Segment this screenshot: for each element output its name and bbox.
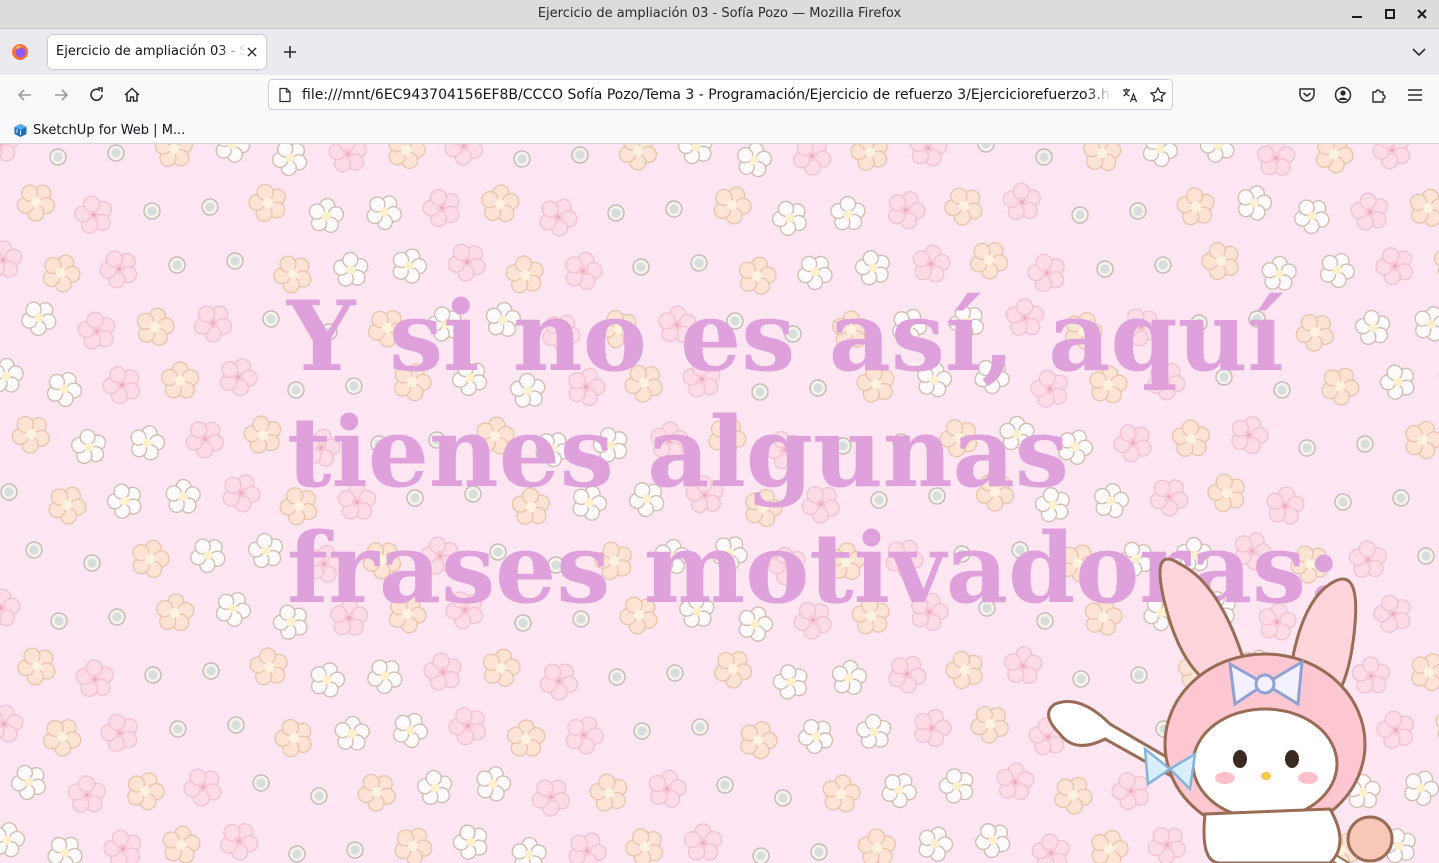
extensions-icon[interactable] [1369, 85, 1389, 105]
hamburger-menu-icon[interactable] [1405, 85, 1425, 105]
chevron-down-icon[interactable] [1411, 44, 1427, 60]
bookmark-item[interactable]: SketchUp for Web | M... [13, 120, 185, 140]
home-icon[interactable] [122, 85, 142, 105]
url-bar[interactable]: file:///mnt/6EC943704156EF8B/CCCO Sofía … [268, 79, 1173, 110]
translate-icon[interactable] [1121, 86, 1139, 104]
firefox-logo-icon[interactable] [11, 43, 29, 61]
account-icon[interactable] [1333, 85, 1353, 105]
window-titlebar: Ejercicio de ampliación 03 - Sofía Pozo … [0, 0, 1439, 29]
pattern-dot [665, 200, 683, 218]
tab-strip: Ejercicio de ampliación 03 - Sofía Pozo [0, 29, 1439, 75]
close-window-icon[interactable] [1411, 4, 1433, 24]
url-text[interactable]: file:///mnt/6EC943704156EF8B/CCCO Sofía … [302, 87, 1112, 103]
arrow-left-icon[interactable] [15, 85, 35, 105]
my-melody-mascot-image [1047, 557, 1394, 863]
minimize-icon[interactable] [1346, 4, 1368, 24]
arrow-right-icon[interactable] [51, 85, 71, 105]
bookmark-star-icon[interactable] [1149, 86, 1167, 104]
new-tab-icon[interactable] [281, 43, 299, 61]
window-title: Ejercicio de ampliación 03 - Sofía Pozo … [537, 6, 902, 21]
reload-icon[interactable] [87, 85, 107, 105]
navigation-toolbar: file:///mnt/6EC943704156EF8B/CCCO Sofía … [0, 75, 1439, 115]
page-icon [279, 87, 291, 103]
tab-active[interactable]: Ejercicio de ampliación 03 - Sofía Pozo [48, 35, 266, 69]
pocket-icon[interactable] [1297, 85, 1317, 105]
maximize-icon[interactable] [1379, 4, 1401, 24]
bookmarks-toolbar: SketchUp for Web | M... [0, 115, 1439, 144]
page-content: Y si no es así, aquí tienes algunas fras… [0, 144, 1439, 863]
pattern-flower [1256, 144, 1296, 177]
sketchup-icon [14, 123, 27, 137]
close-tab-icon[interactable] [244, 44, 260, 60]
tab-label: Ejercicio de ampliación 03 - Sofía Pozo [56, 44, 246, 59]
bookmark-label: SketchUp for Web | M... [33, 122, 186, 138]
